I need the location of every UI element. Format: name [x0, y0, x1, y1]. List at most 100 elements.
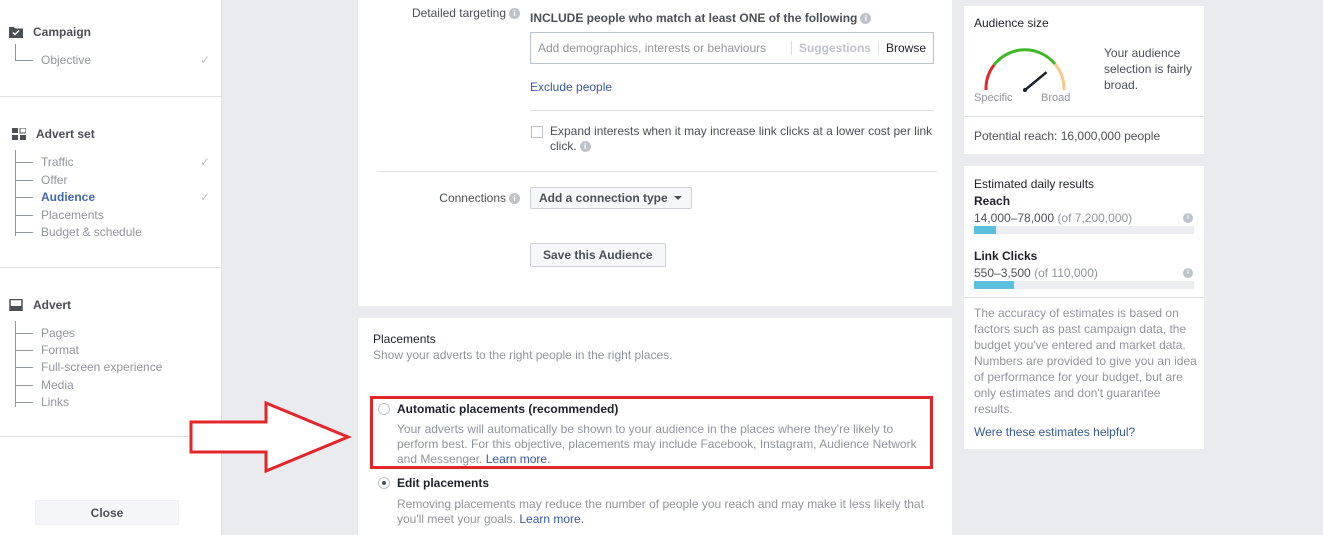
reach-total: (of 7,200,000)	[1057, 211, 1133, 225]
sidebar-divider	[0, 96, 221, 97]
potential-reach: Potential reach: 16,000,000 people	[974, 129, 1161, 143]
sidebar-item-objective[interactable]: Objective ✓	[15, 52, 210, 68]
link-clicks-bar-fill	[974, 281, 1014, 289]
reach-range: 14,000–78,000 (of 7,200,000)	[974, 211, 1132, 225]
tree-branch	[15, 59, 33, 61]
link-clicks-range: 550–3,500 (of 110,000)	[974, 266, 1098, 280]
audience-size-desc: Your audience selection is fairly broad.	[1104, 46, 1193, 92]
sidebar-item-format[interactable]: Format	[15, 342, 210, 358]
include-text: INCLUDE people who match at least ONE of…	[530, 11, 872, 25]
audience-panel: Detailed targeting i INCLUDE people who m…	[358, 0, 952, 306]
sidebar-item-label: Audience	[41, 190, 96, 204]
tree-branch	[15, 161, 33, 163]
audience-size-title: Audience size	[974, 16, 1049, 30]
caret-down-icon	[673, 196, 682, 200]
sidebar-item-traffic[interactable]: Traffic ✓	[15, 154, 210, 170]
tree-branch	[15, 401, 33, 403]
save-audience-button[interactable]: Save this Audience	[530, 243, 666, 267]
expand-interests-label: Expand interests when it may increase li…	[550, 124, 940, 154]
gauge-broad-label: Broad	[1041, 92, 1071, 104]
highlight-box	[370, 396, 933, 469]
sidebar-item-offer[interactable]: Offer	[15, 172, 210, 188]
link-clicks-label: Link Clicks	[974, 249, 1038, 263]
suggestions-button[interactable]: Suggestions	[790, 41, 871, 55]
sidebar-divider	[0, 267, 221, 268]
targeting-placeholder: Add demographics, interests or behaviour…	[538, 41, 767, 55]
divider	[377, 171, 937, 172]
tree-branch	[15, 349, 33, 351]
check-icon: ✓	[199, 53, 210, 67]
advert-set-header[interactable]: Advert set	[12, 126, 95, 142]
info-icon[interactable]: i	[509, 193, 520, 205]
sidebar-item-label: Links	[41, 395, 70, 409]
sidebar-item-label: Format	[41, 343, 80, 357]
exclude-people-link[interactable]: Exclude people	[530, 80, 612, 94]
info-icon[interactable]: i	[579, 141, 591, 153]
sidebar-item-budget-schedule[interactable]: Budget & schedule	[15, 224, 210, 240]
gauge-icon	[984, 48, 1066, 92]
grid-icon	[12, 128, 26, 140]
sidebar-item-label: Full-screen experience	[41, 360, 163, 374]
estimated-results-title: Estimated daily results	[974, 177, 1095, 191]
info-icon[interactable]: i	[1183, 213, 1193, 223]
learn-more-link[interactable]: Learn more.	[519, 512, 584, 526]
advert-title: Advert	[33, 298, 72, 312]
divider	[964, 116, 1204, 117]
info-icon[interactable]: i	[860, 13, 872, 25]
link-clicks-bar	[974, 281, 1194, 289]
advert-header[interactable]: Advert	[9, 297, 71, 313]
estimates-helpful-link[interactable]: Were these estimates helpful?	[974, 425, 1135, 439]
sidebar-item-label: Budget & schedule	[41, 225, 142, 239]
tree-branch	[15, 384, 33, 386]
tree-branch	[15, 332, 33, 334]
include-label: INCLUDE people who match at least ONE of…	[530, 11, 858, 25]
sidebar-item-audience[interactable]: Audience ✓	[15, 189, 210, 205]
estimates-note: The accuracy of estimates is based on fa…	[974, 306, 1197, 416]
sidebar-item-label: Media	[41, 378, 74, 392]
connections-label: Connections i	[358, 191, 520, 205]
detailed-targeting-text: Detailed targeting	[411, 6, 506, 20]
sidebar-item-links[interactable]: Links	[15, 394, 210, 410]
reach-range-value: 14,000–78,000	[974, 211, 1055, 225]
audience-size-card: Audience size Specific Broad Your audien…	[964, 6, 1204, 154]
sidebar-item-label: Traffic	[41, 155, 74, 169]
info-icon[interactable]: i	[509, 8, 520, 20]
tree-branch	[15, 179, 33, 181]
check-icon: ✓	[199, 155, 210, 169]
campaign-header[interactable]: Campaign	[9, 24, 91, 40]
connection-button-label: Add a connection type	[539, 191, 668, 205]
sidebar-item-label: Pages	[41, 326, 76, 340]
connections-text: Connections	[439, 191, 506, 205]
estimated-results-card: Estimated daily results Reach 14,000–78,…	[964, 166, 1204, 449]
tree-branch	[15, 196, 33, 198]
tree-branch	[15, 231, 33, 233]
edit-placements-desc: Removing placements may reduce the numbe…	[397, 497, 937, 527]
placements-subtitle: Show your adverts to the right people in…	[373, 348, 673, 362]
red-arrow-icon	[189, 400, 352, 474]
check-icon: ✓	[199, 190, 210, 204]
edit-placements-title[interactable]: Edit placements	[397, 476, 489, 490]
sidebar-item-full-screen-experience[interactable]: Full-screen experience	[15, 359, 210, 375]
edit-desc-text: Removing placements may reduce the numbe…	[397, 497, 924, 526]
divider	[530, 110, 934, 111]
sidebar-item-media[interactable]: Media	[15, 377, 210, 393]
detailed-targeting-input[interactable]: Add demographics, interests or behaviour…	[530, 32, 934, 64]
add-connection-type-dropdown[interactable]: Add a connection type	[530, 187, 692, 209]
sidebar-item-pages[interactable]: Pages	[15, 325, 210, 341]
placements-title: Placements	[373, 332, 436, 346]
sidebar-item-label: Offer	[41, 173, 68, 187]
advert-set-title: Advert set	[36, 127, 95, 141]
gauge-needle	[1024, 71, 1048, 91]
expand-interests-checkbox[interactable]	[531, 126, 543, 138]
sidebar-item-label: Objective	[41, 53, 92, 67]
folder-icon	[9, 27, 23, 38]
detailed-targeting-label: Detailed targeting i	[358, 6, 520, 20]
browse-button[interactable]: Browse	[877, 41, 926, 55]
sidebar-item-placements[interactable]: Placements	[15, 207, 210, 223]
clicks-total: (of 110,000)	[1034, 266, 1098, 280]
edit-placements-radio[interactable]	[378, 477, 390, 489]
divider	[964, 297, 1204, 298]
close-button[interactable]: Close	[35, 500, 179, 525]
tree-branch	[15, 366, 33, 368]
info-icon[interactable]: i	[1183, 268, 1193, 278]
